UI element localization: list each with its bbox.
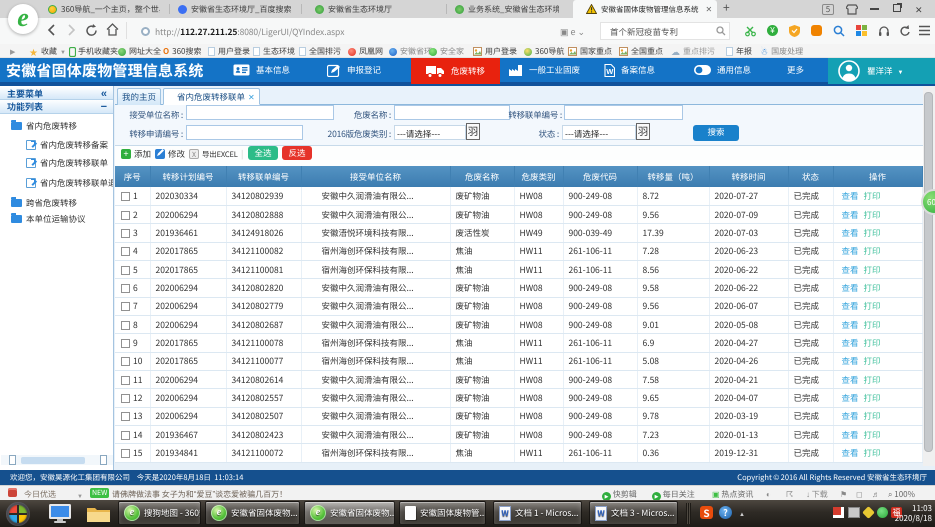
svg-text:W: W <box>606 67 614 76</box>
